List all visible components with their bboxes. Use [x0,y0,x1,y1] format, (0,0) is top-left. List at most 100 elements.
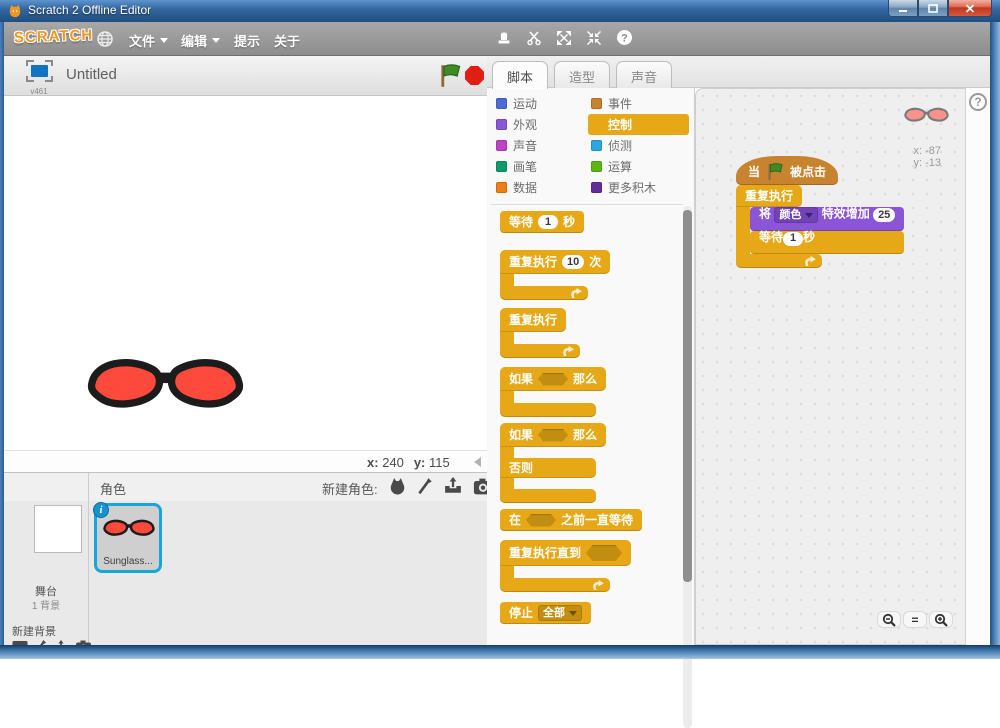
wait-value-input[interactable]: 1 [783,231,804,246]
close-button[interactable] [948,0,992,17]
block-stop[interactable]: 停止 全部 [500,602,592,624]
mouse-coordinates-bar: x: 240 y: 115 [4,450,487,472]
loop-arrow-icon [593,579,604,590]
repeat-value-input[interactable]: 10 [562,255,585,269]
tab-scripts[interactable]: 脚本 [492,61,549,89]
tab-sounds[interactable]: 声音 [616,61,673,88]
block-wait-secs[interactable]: 等待 1 秒 [500,211,585,233]
language-globe-icon[interactable] [96,30,114,48]
block-wait-until[interactable]: 在之前一直等待 [500,509,643,531]
scratch-logo[interactable]: SCRATCH [14,27,94,47]
boolean-slot[interactable] [586,545,623,561]
category-data[interactable]: 数据 [493,177,588,198]
boolean-slot[interactable] [538,428,569,442]
pen-color-swatch [496,161,507,172]
category-more-blocks[interactable]: 更多积木 [588,177,689,198]
block-if-else[interactable]: 如果 那么 否则 [500,423,607,503]
paint-new-sprite-icon[interactable] [417,477,433,495]
category-control[interactable]: 控制 [588,114,689,135]
operators-color-swatch [591,161,602,172]
block-when-flag-clicked[interactable]: 当 被点击 [736,156,839,185]
boolean-slot[interactable] [538,372,569,386]
menu-about[interactable]: 关于 [274,31,300,50]
category-events[interactable]: 事件 [588,93,689,114]
mouse-x-value: 240 [382,455,404,470]
menu-edit[interactable]: 编辑 [181,31,221,50]
effect-dropdown[interactable]: 颜色 [774,207,819,223]
editor-tabs: 脚本 造型 声音 [487,56,990,89]
fullscreen-button[interactable]: v461 [24,60,54,96]
sound-color-swatch [496,140,507,151]
shrink-sprite-icon[interactable] [586,30,602,46]
stage-canvas[interactable] [4,96,487,450]
category-sound[interactable]: 声音 [493,135,588,156]
panel-resize-arrow[interactable] [474,457,481,467]
mouse-y-value: 115 [429,455,450,470]
motion-color-swatch [496,98,507,109]
script-stack[interactable]: 当 被点击 重复执行 将 颜色 特效增加 25 等待 1 秒 [736,156,905,268]
panel-divider [88,473,89,646]
block-repeat[interactable]: 重复执行 10 次 [500,250,611,300]
zoom-reset-button[interactable]: = [903,611,927,628]
menu-tips[interactable]: 提示 [234,31,260,50]
loop-arrow-icon [805,255,816,266]
tab-costumes[interactable]: 造型 [554,61,611,88]
sprite-library-icon[interactable] [388,477,407,495]
block-if-then[interactable]: 如果 那么 [500,367,607,417]
palette-scrollbar-thumb[interactable] [683,210,692,582]
menu-bar: SCRATCH 文件 编辑 提示 关于 ? [4,22,990,56]
block-help-icon[interactable]: ? [616,29,633,46]
events-color-swatch [591,98,602,109]
scripts-workspace[interactable]: x: -87 y: -13 当 被点击 重复执行 将 颜色 特效增加 25 等待… [695,88,965,645]
zoom-out-icon [882,613,896,627]
sunglasses-sprite[interactable] [87,348,244,414]
category-operators[interactable]: 运算 [588,156,689,177]
green-flag-button[interactable] [437,64,463,88]
zoom-out-button[interactable] [877,611,901,628]
block-forever[interactable]: 重复执行 [500,308,580,358]
new-sprite-label: 新建角色: [322,482,378,497]
duplicate-stamp-icon[interactable] [496,30,512,46]
category-pen[interactable]: 画笔 [493,156,588,177]
upload-sprite-icon[interactable] [443,477,463,495]
block-forever-script[interactable]: 重复执行 将 颜色 特效增加 25 等待 1 秒 [736,185,905,268]
maximize-icon [928,3,938,13]
maximize-button[interactable] [918,0,948,17]
app-icon [9,4,21,18]
minimize-button[interactable] [888,0,918,17]
help-icon[interactable]: ? [969,93,987,111]
block-wait-secs-script[interactable]: 等待 1 秒 [750,231,905,254]
title-bar[interactable]: Scratch 2 Offline Editor [0,0,1000,22]
stop-button[interactable] [465,66,484,85]
sprite-item-sunglasses[interactable]: i Sunglass... [93,502,162,573]
sprite-y-value: -13 [925,157,941,169]
loop-arrow-icon [563,345,574,356]
more-blocks-color-swatch [591,182,602,193]
block-repeat-until[interactable]: 重复执行直到 [500,540,632,592]
category-sensing[interactable]: 侦测 [588,135,689,156]
sprites-panel: 角色 新建角色: 舞台 1 背景 新建背景 i Sunglass... [4,472,493,654]
category-motion[interactable]: 运动 [493,93,588,114]
delete-scissors-icon[interactable] [526,30,542,46]
sprites-panel-title: 角色 [100,482,127,497]
category-looks[interactable]: 外观 [493,114,588,135]
block-change-color-effect[interactable]: 将 颜色 特效增加 25 [750,207,905,231]
sensing-color-swatch [591,140,602,151]
version-label: v461 [30,87,48,96]
mouse-coordinates: x: 240 y: 115 [367,455,457,470]
zoom-in-button[interactable] [929,611,953,628]
wait-value-input[interactable]: 1 [538,215,559,229]
stop-option-dropdown[interactable]: 全部 [538,605,583,621]
effect-value-input[interactable]: 25 [873,208,896,222]
control-color-swatch [591,119,602,130]
stage-selector[interactable]: 舞台 1 背景 新建背景 [4,501,91,654]
stage-thumbnail[interactable] [34,505,82,553]
chevron-down-icon [212,38,221,43]
block-palette: 运动 外观 声音 画笔 数据 事件 控制 侦测 运算 更多积木 等待 1 秒 重复执… [487,88,695,728]
backdrop-count: 1 背景 [31,601,61,612]
help-strip: ? [965,88,990,645]
menu-file[interactable]: 文件 [129,31,169,50]
grow-sprite-icon[interactable] [556,30,572,46]
boolean-slot[interactable] [526,513,557,527]
svg-text:?: ? [621,33,628,45]
